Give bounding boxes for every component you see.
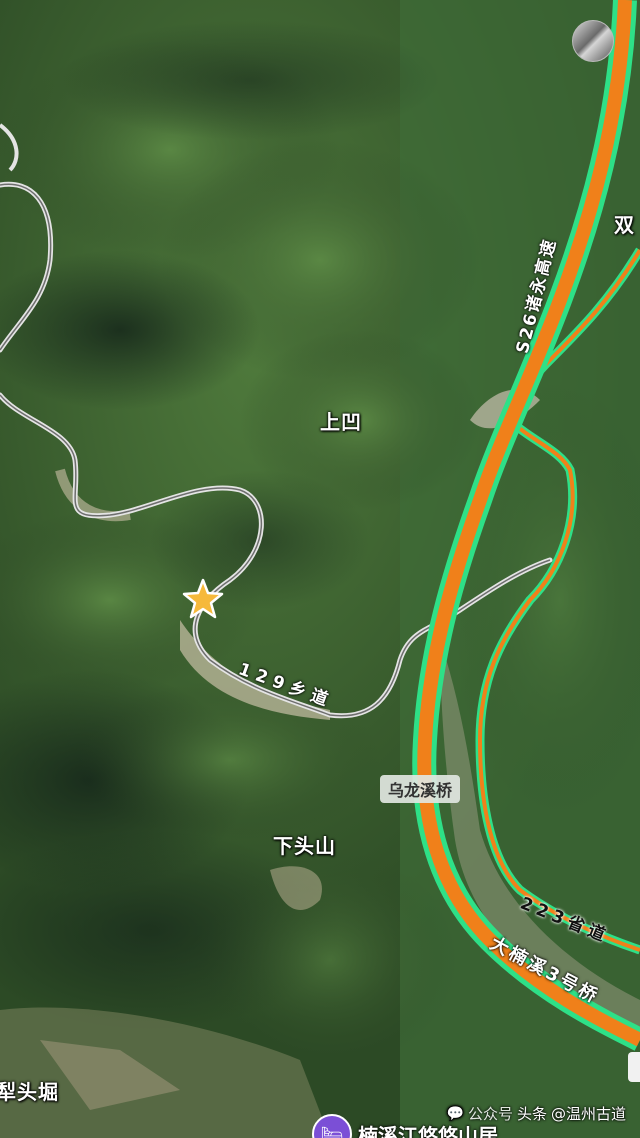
bridge-label-wulongxi[interactable]: 乌龙溪桥	[380, 775, 461, 803]
watermark-prefix: 公众号	[467, 1105, 513, 1123]
ridge	[80, 680, 380, 840]
watermark-handle: @温州古道	[550, 1105, 626, 1123]
ridge	[200, 850, 460, 1070]
watermark-source: 头条	[516, 1105, 547, 1123]
place-label-litoujue: 犁头堀	[0, 1080, 59, 1104]
avatar[interactable]	[572, 20, 614, 62]
place-label-xiatoushan: 下头山	[273, 834, 336, 858]
bed-icon: 🛏	[312, 1114, 352, 1138]
satellite-map[interactable]: 上凹 下头山 犁头堀 双 S26诸永高速 129乡道 223省道 大楠溪3号桥 …	[0, 0, 640, 1138]
valley-shadow	[60, 20, 440, 140]
place-label-shangao: 上凹	[320, 410, 362, 434]
place-label-shuang: 双	[614, 213, 635, 237]
star-icon[interactable]	[182, 578, 224, 620]
map-edge-badge	[628, 1052, 640, 1082]
watermark: 💬 公众号 头条 @温州古道	[447, 1103, 626, 1124]
wechat-icon: 💬	[446, 1105, 464, 1122]
